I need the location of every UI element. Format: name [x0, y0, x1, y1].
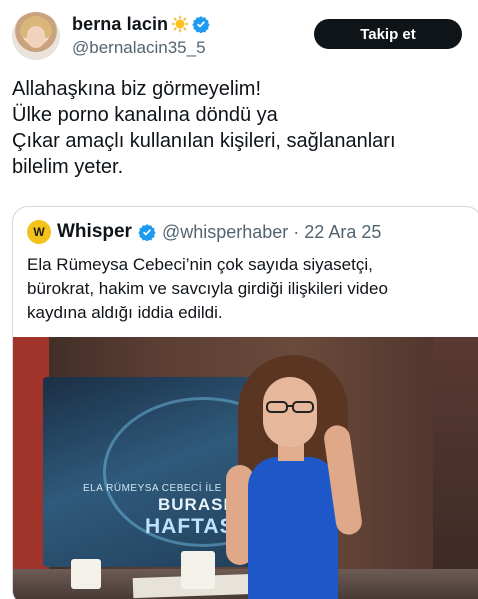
- quoted-line: kaydına aldığı iddia edildi.: [27, 303, 223, 322]
- verified-badge-icon: [192, 16, 210, 33]
- quoted-tweet-card[interactable]: W Whisper @whisperhaber · 22 Ara 25 Ela …: [12, 206, 478, 599]
- tweet-line: Allahaşkına biz görmeyelim!: [12, 78, 261, 100]
- tweet-line: Ülke porno kanalına döndü ya: [12, 104, 278, 126]
- studio-panel: [433, 337, 478, 599]
- tweet-line: bilelim yeter.: [12, 156, 124, 178]
- quoted-tweet-header: W Whisper @whisperhaber · 22 Ara 25: [27, 220, 382, 244]
- quoted-line: bürokrat, hakim ve savcıyla girdiği iliş…: [27, 279, 388, 298]
- screen-caption: ELA RÜMEYSA CEBECİ İLE: [83, 483, 222, 494]
- quoted-tweet-text: Ela Rümeysa Cebeci’nin çok sayıda siyase…: [27, 253, 477, 325]
- author-handle[interactable]: @bernalacin35_5: [72, 38, 206, 58]
- sun-emoji-icon: [171, 15, 189, 33]
- quoted-line: Ela Rümeysa Cebeci’nin çok sayıda siyase…: [27, 255, 373, 274]
- whisper-logo-icon: W: [27, 220, 51, 244]
- author-display-name[interactable]: berna lacin: [72, 14, 168, 35]
- coffee-mug: [181, 551, 215, 589]
- tweet-text: Allahaşkına biz görmeyelim! Ülke porno k…: [12, 76, 474, 180]
- quoted-handle-date: @whisperhaber · 22 Ara 25: [161, 221, 382, 242]
- coffee-mug: [71, 559, 101, 589]
- author-avatar[interactable]: [12, 12, 60, 60]
- follow-button[interactable]: Takip et: [314, 19, 462, 49]
- presenter-figure: [218, 355, 368, 599]
- quoted-media-image[interactable]: ELA RÜMEYSA CEBECİ İLE BURASI HAFTASI: [13, 337, 478, 599]
- tweet-line: Çıkar amaçlı kullanılan kişileri, sağlan…: [12, 130, 396, 152]
- tweet-header: berna lacin @bernalacin35_5 Takip et: [0, 0, 478, 66]
- author-name-row: berna lacin: [72, 13, 210, 35]
- verified-badge-icon: [138, 224, 156, 241]
- glasses-icon: [266, 401, 314, 413]
- quoted-author-name: Whisper: [57, 221, 132, 242]
